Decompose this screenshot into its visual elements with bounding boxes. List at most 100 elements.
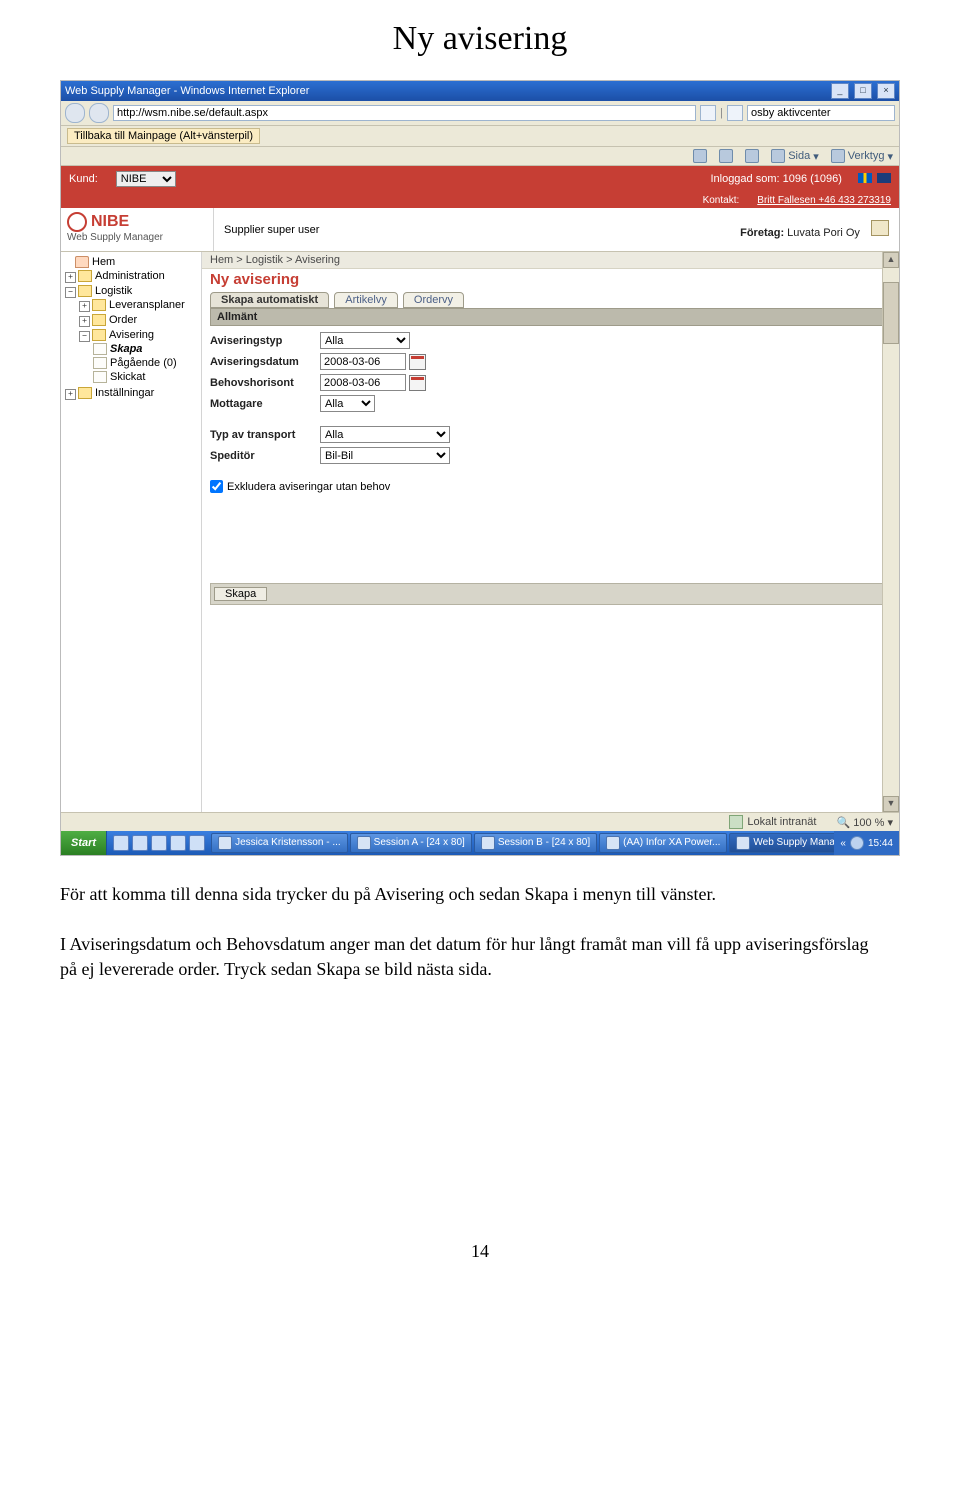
minimize-button[interactable]: _ [831, 83, 849, 99]
sidebar-item-order[interactable]: +Order [79, 313, 199, 328]
logout-icon[interactable] [871, 220, 889, 236]
brand-logo-icon [67, 212, 87, 232]
kund-select[interactable]: NIBE [116, 171, 176, 187]
input-behovshorisont[interactable] [320, 374, 406, 391]
page-menu[interactable]: Sida ▾ [771, 149, 819, 163]
scroll-up-icon[interactable]: ▲ [883, 252, 899, 268]
select-speditor[interactable]: Bil-Bil [320, 447, 450, 464]
refresh-icon[interactable] [700, 105, 716, 121]
nav-forward-icon[interactable] [89, 103, 109, 123]
home-icon[interactable] [693, 149, 707, 163]
content-scrollbar[interactable]: ▲ ▼ [882, 252, 899, 812]
task-item[interactable]: (AA) Infor XA Power... [599, 833, 727, 853]
document-title: Ny avisering [60, 20, 900, 58]
ql-app2-icon[interactable] [189, 835, 205, 851]
tab-row: Skapa automatiskt Artikelvy Ordervy [202, 292, 899, 308]
sidebar-item-hem[interactable]: Hem [65, 255, 199, 269]
task-item[interactable]: Jessica Kristensson - ... [211, 833, 348, 853]
feeds-icon[interactable] [719, 149, 733, 163]
windows-taskbar: Start Jessica Kristensson - ... Session … [61, 831, 899, 855]
nav-back-icon[interactable] [65, 103, 85, 123]
select-mottagare[interactable]: Alla [320, 395, 375, 412]
sidebar-item-logistik[interactable]: −Logistik +Leveransplaner +Order −Aviser… [65, 284, 199, 386]
page-number: 14 [60, 1241, 900, 1262]
screenshot-embed: Web Supply Manager - Windows Internet Ex… [60, 80, 900, 856]
sidebar-item-administration[interactable]: +Administration [65, 269, 199, 284]
select-typ-av-transport[interactable]: Alla [320, 426, 450, 443]
sidebar-item-leveransplaner[interactable]: +Leveransplaner [79, 298, 199, 313]
flag-se-icon[interactable] [858, 173, 872, 183]
window-titlebar: Web Supply Manager - Windows Internet Ex… [61, 81, 899, 101]
window-title-text: Web Supply Manager - Windows Internet Ex… [65, 85, 309, 97]
tab-skapa-automatiskt[interactable]: Skapa automatiskt [210, 292, 329, 308]
zone-icon [729, 815, 743, 829]
brand-subtitle: Web Supply Manager [67, 232, 207, 243]
flag-gb-icon[interactable] [877, 173, 891, 183]
company-block: Företag: Luvata Pori Oy [740, 220, 889, 239]
print-icon[interactable] [745, 149, 759, 163]
scroll-down-icon[interactable]: ▼ [883, 796, 899, 812]
calendar-icon[interactable] [409, 354, 426, 370]
zoom-text[interactable]: 🔍 100 % ▾ [836, 816, 893, 829]
label-aviseringsdatum: Aviseringsdatum [210, 356, 320, 368]
calendar-icon[interactable] [409, 375, 426, 391]
tab-artikelvy[interactable]: Artikelvy [334, 292, 398, 308]
section-allmant: Allmänt [210, 308, 891, 326]
brand-box: NIBE Web Supply Manager [61, 208, 214, 251]
ql-ie-icon[interactable] [113, 835, 129, 851]
checkbox-exkludera[interactable] [210, 480, 223, 493]
command-bar: Sida ▾ Verktyg ▾ [61, 147, 899, 166]
clock: 15:44 [868, 838, 893, 849]
brand-name: NIBE [91, 213, 129, 231]
checkbox-exkludera-label: Exkludera aviseringar utan behov [227, 481, 390, 493]
start-button[interactable]: Start [61, 831, 107, 855]
nav-sidebar: Hem +Administration −Logistik +Leveransp… [61, 252, 202, 812]
sidebar-item-avisering[interactable]: −Avisering Skapa Pågående (0) Skickat [79, 328, 199, 385]
task-item[interactable]: Session B - [24 x 80] [474, 833, 597, 853]
select-aviseringstyp[interactable]: Alla [320, 332, 410, 349]
brand-and-user-row: NIBE Web Supply Manager Supplier super u… [61, 208, 899, 252]
logged-in-text: Inloggad som: 1096 (1096) [710, 173, 841, 185]
kontakt-link[interactable]: Britt Fallesen +46 433 273319 [757, 195, 891, 206]
user-role: Supplier super user [224, 224, 319, 236]
maximize-button[interactable]: □ [854, 83, 872, 99]
form-area: Aviseringstyp Alla Aviseringsdatum Behov… [210, 330, 891, 493]
input-aviseringsdatum[interactable] [320, 353, 406, 370]
kontakt-label: Kontakt: [703, 195, 740, 206]
ql-desktop-icon[interactable] [151, 835, 167, 851]
back-to-mainpage-button[interactable]: Tillbaka till Mainpage (Alt+vänsterpil) [67, 128, 260, 144]
tab-ordervy[interactable]: Ordervy [403, 292, 464, 308]
ql-app-icon[interactable] [170, 835, 186, 851]
task-item-active[interactable]: Web Supply Mana... [729, 833, 834, 853]
scroll-thumb[interactable] [883, 282, 899, 344]
search-provider-icon[interactable] [727, 105, 743, 121]
customer-band: Kund: NIBE Inloggad som: 1096 (1096) [61, 166, 899, 192]
sidebar-item-skickat[interactable]: Skickat [93, 370, 199, 384]
browser-search-input[interactable] [747, 105, 895, 121]
ql-outlook-icon[interactable] [132, 835, 148, 851]
sidebar-item-installningar[interactable]: +Inställningar [65, 386, 199, 401]
language-flags[interactable] [856, 173, 891, 186]
sidebar-item-pagaende[interactable]: Pågående (0) [93, 356, 199, 370]
tools-menu[interactable]: Verktyg ▾ [831, 149, 893, 163]
close-button[interactable]: × [877, 83, 895, 99]
label-speditor: Speditör [210, 450, 320, 462]
tray-icon[interactable] [850, 836, 864, 850]
address-bar-row: | [61, 101, 899, 126]
skapa-button[interactable]: Skapa [214, 587, 267, 601]
label-aviseringstyp: Aviseringstyp [210, 335, 320, 347]
quick-launch [107, 831, 211, 855]
kund-label: Kund: [69, 173, 98, 185]
label-mottagare: Mottagare [210, 398, 320, 410]
label-typ-av-transport: Typ av transport [210, 429, 320, 441]
url-input[interactable] [113, 105, 696, 121]
browser-statusbar: Lokalt intranät 🔍 100 % ▾ [61, 812, 899, 831]
system-tray[interactable]: « 15:44 [834, 831, 899, 855]
company-label: Företag: [740, 227, 784, 239]
sidebar-item-skapa[interactable]: Skapa [93, 342, 199, 356]
page-title: Ny avisering [202, 269, 899, 292]
zone-text: Lokalt intranät [747, 816, 816, 828]
task-item[interactable]: Session A - [24 x 80] [350, 833, 472, 853]
company-value: Luvata Pori Oy [787, 227, 860, 239]
back-toolbar: Tillbaka till Mainpage (Alt+vänsterpil) [61, 126, 899, 147]
